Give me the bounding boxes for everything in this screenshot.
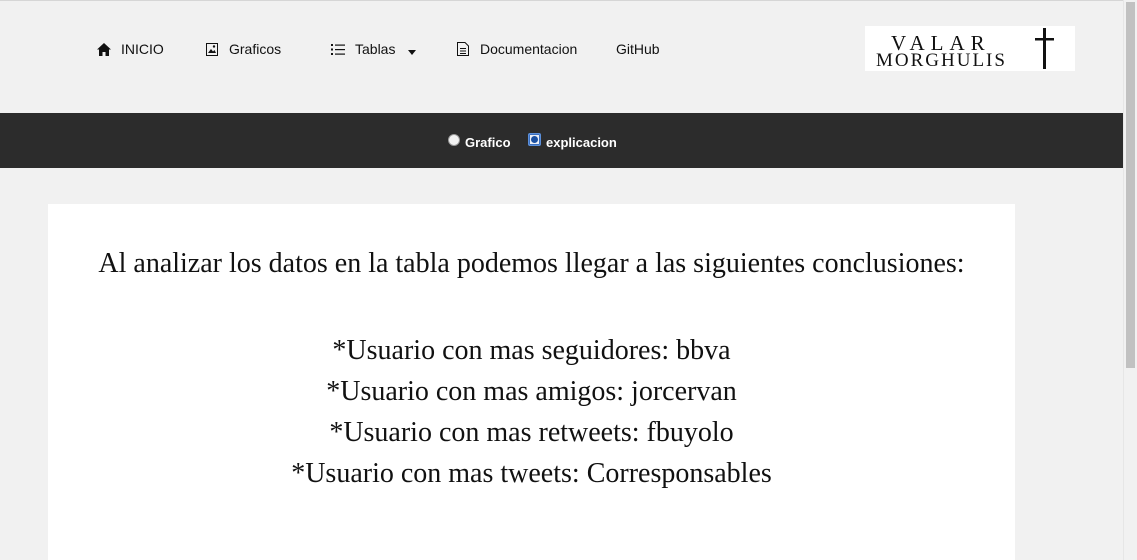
conclusion-item: *Usuario con mas seguidores: bbva (332, 335, 731, 366)
chevron-down-icon (408, 49, 417, 55)
nav-item-documentacion[interactable]: Documentacion (456, 39, 577, 59)
conclusion-item: *Usuario con mas tweets: Corresponsables (291, 458, 772, 489)
conclusion-item: *Usuario con mas retweets: fbuyolo (329, 417, 734, 448)
explanation-card: Al analizar los datos en la tabla podemo… (48, 204, 1015, 560)
home-icon (97, 42, 111, 56)
nav-item-label: Graficos (229, 41, 282, 57)
nav-item-label: GitHub (616, 41, 660, 57)
logo-text-line2: MORGHULIS (876, 50, 1007, 71)
sword-icon (1043, 28, 1046, 69)
radio-label: explicacion (546, 134, 617, 150)
radio-explicacion[interactable]: explicacion (528, 132, 617, 151)
conclusions-list: *Usuario con mas seguidores: bbva *Usuar… (48, 330, 1015, 494)
logo[interactable]: VALAR MORGHULIS (865, 26, 1075, 71)
scrollbar-thumb[interactable] (1126, 2, 1135, 368)
view-toggle-bar: Grafico explicacion (0, 113, 1124, 168)
nav-item-tablas[interactable]: Tablas (331, 39, 417, 59)
nav-item-inicio[interactable]: INICIO (97, 39, 164, 59)
document-icon (456, 42, 470, 56)
list-icon (331, 42, 345, 56)
top-navigation: INICIO Graficos Tablas Documentacion Git… (0, 0, 1124, 113)
radio-button-checked[interactable] (528, 132, 541, 146)
radio-button-unchecked[interactable] (448, 134, 460, 146)
vertical-scrollbar[interactable] (1123, 0, 1137, 560)
page: INICIO Graficos Tablas Documentacion Git… (0, 0, 1137, 560)
image-icon (205, 42, 219, 56)
radio-label: Grafico (465, 134, 511, 150)
nav-item-graficos[interactable]: Graficos (205, 39, 281, 59)
nav-item-label: Tablas (355, 41, 396, 57)
nav-item-github[interactable]: GitHub (616, 39, 660, 59)
nav-item-label: INICIO (121, 41, 164, 57)
intro-text: Al analizar los datos en la tabla podemo… (98, 248, 965, 279)
conclusion-item: *Usuario con mas amigos: jorcervan (326, 376, 737, 407)
radio-grafico[interactable]: Grafico (448, 133, 511, 151)
nav-item-label: Documentacion (480, 41, 578, 57)
